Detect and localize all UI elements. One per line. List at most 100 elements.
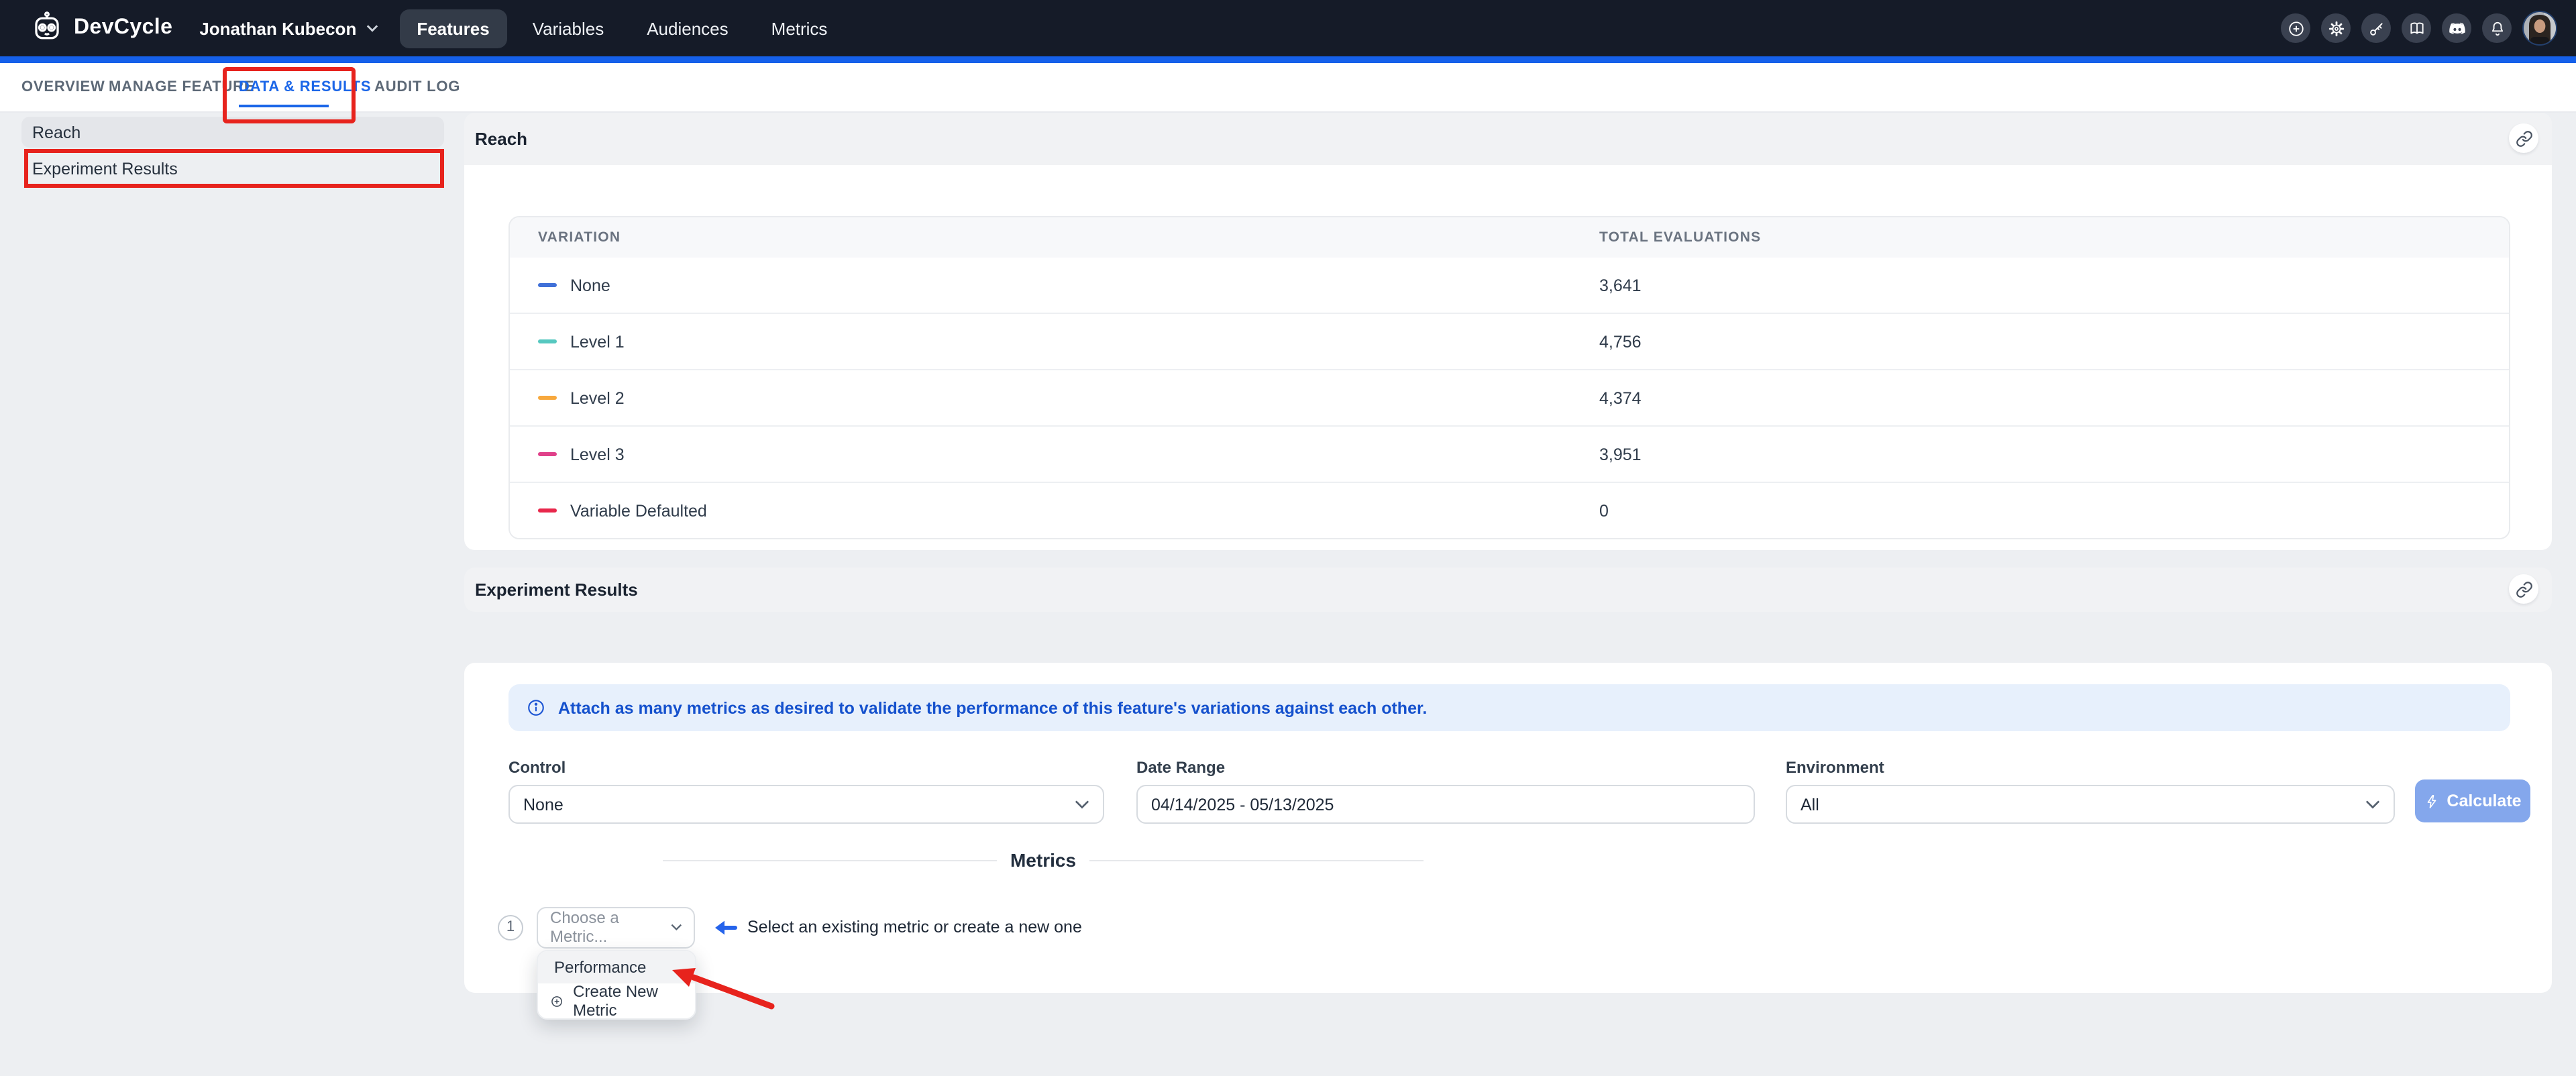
evaluations-value: 3,641: [1571, 276, 2509, 294]
nav-item-metrics[interactable]: Metrics: [754, 9, 845, 48]
reach-section-body: VARIATION TOTAL EVALUATIONS None 3,641 L…: [464, 165, 2552, 550]
date-range-value: 04/14/2025 - 05/13/2025: [1151, 795, 1334, 814]
experiment-results-card: Attach as many metrics as desired to val…: [464, 663, 2552, 993]
tab-manage-feature[interactable]: MANAGE FEATURE: [109, 63, 254, 111]
column-header-variation: VARIATION: [510, 229, 1571, 246]
page-content: Reach Experiment Results Reach VARIATION…: [0, 113, 2576, 1076]
discord-icon: [2448, 19, 2465, 37]
reach-title: Reach: [475, 129, 527, 149]
user-avatar[interactable]: [2522, 11, 2557, 46]
brand-name: DevCycle: [74, 16, 172, 40]
metric-helper-text: Select an existing metric or create a ne…: [747, 918, 1082, 936]
environment-select-value: All: [1801, 795, 1819, 814]
variation-label: Level 1: [570, 332, 625, 351]
menu-item-performance[interactable]: Performance: [538, 951, 695, 983]
table-row[interactable]: Level 1 4,756: [510, 313, 2509, 369]
avatar-photo: [2524, 12, 2556, 44]
metrics-divider: Metrics: [663, 847, 1424, 873]
sidebar-item-reach[interactable]: Reach: [21, 117, 444, 148]
sidebar-item-experiment-results[interactable]: Experiment Results: [21, 152, 444, 186]
nav-item-variables[interactable]: Variables: [515, 9, 621, 48]
table-row[interactable]: Level 2 4,374: [510, 369, 2509, 425]
link-icon: [2515, 129, 2532, 147]
evaluations-value: 0: [1571, 501, 2509, 520]
variation-color-dash: [538, 452, 557, 457]
lightning-bolt-icon: [2424, 792, 2438, 810]
date-range-label: Date Range: [1136, 758, 1225, 777]
primary-nav: Features Variables Audiences Metrics: [399, 9, 845, 48]
notifications-button[interactable]: [2482, 13, 2512, 43]
tab-overview[interactable]: OVERVIEW: [21, 63, 105, 111]
tab-audit-log[interactable]: AUDIT LOG: [374, 63, 460, 111]
variation-label: Level 2: [570, 388, 625, 407]
table-header-row: VARIATION TOTAL EVALUATIONS: [510, 217, 2509, 258]
choose-metric-placeholder: Choose a Metric...: [550, 908, 670, 946]
evaluations-value: 4,374: [1571, 388, 2509, 407]
menu-item-create-new-metric[interactable]: Create New Metric: [538, 983, 695, 1018]
key-icon: [2367, 19, 2385, 37]
copy-link-button[interactable]: [2509, 123, 2538, 153]
active-tab-indicator: [239, 104, 329, 107]
info-banner: Attach as many metrics as desired to val…: [508, 684, 2510, 731]
control-label: Control: [508, 758, 566, 777]
calculate-label: Calculate: [2447, 792, 2521, 810]
environment-select[interactable]: All: [1786, 785, 2395, 824]
chevron-down-icon: [2365, 800, 2380, 809]
table-row[interactable]: None 3,641: [510, 258, 2509, 313]
control-select[interactable]: None: [508, 785, 1104, 824]
metrics-heading: Metrics: [1010, 849, 1076, 871]
devcycle-logo[interactable]: DevCycle: [30, 11, 172, 46]
devcycle-robot-icon: [30, 11, 64, 46]
variations-table: VARIATION TOTAL EVALUATIONS None 3,641 L…: [508, 216, 2510, 539]
menu-item-label: Performance: [554, 958, 646, 977]
bell-icon: [2488, 19, 2506, 37]
nav-item-audiences[interactable]: Audiences: [629, 9, 745, 48]
variation-color-dash: [538, 508, 557, 513]
variation-color-dash: [538, 339, 557, 344]
gear-icon: [2327, 19, 2345, 37]
choose-metric-dropdown[interactable]: Choose a Metric...: [537, 906, 695, 948]
discord-button[interactable]: [2442, 13, 2471, 43]
variation-label: None: [570, 276, 610, 294]
variation-label: Level 3: [570, 445, 625, 464]
variation-color-dash: [538, 283, 557, 288]
copy-link-button[interactable]: [2509, 574, 2538, 604]
left-arrow-icon: [714, 918, 738, 936]
sidebar-item-label: Reach: [32, 123, 80, 142]
variation-color-dash: [538, 396, 557, 400]
date-range-input[interactable]: 04/14/2025 - 05/13/2025: [1136, 785, 1755, 824]
calculate-button[interactable]: Calculate: [2415, 779, 2530, 822]
info-icon: [526, 698, 546, 718]
metric-dropdown-menu: Performance Create New Metric: [537, 950, 696, 1020]
user-menu-label: Jonathan Kubecon: [199, 18, 356, 38]
settings-button[interactable]: [2321, 13, 2351, 43]
org-user-menu[interactable]: Jonathan Kubecon: [199, 18, 378, 38]
top-actions: [2281, 11, 2557, 46]
chevron-down-icon: [366, 24, 378, 32]
api-keys-button[interactable]: [2361, 13, 2391, 43]
sidebar-item-label: Experiment Results: [32, 160, 178, 178]
evaluations-value: 4,756: [1571, 332, 2509, 351]
control-select-value: None: [523, 795, 564, 814]
environment-label: Environment: [1786, 758, 1884, 777]
progress-bar: [0, 56, 2576, 63]
evaluations-value: 3,951: [1571, 445, 2509, 464]
experiment-results-title: Experiment Results: [475, 580, 638, 600]
plus-circle-icon: [2287, 19, 2304, 37]
chevron-down-icon: [670, 923, 682, 931]
chevron-down-icon: [1075, 800, 1089, 809]
docs-button[interactable]: [2402, 13, 2431, 43]
menu-item-label: Create New Metric: [573, 982, 695, 1020]
info-banner-text: Attach as many metrics as desired to val…: [558, 698, 1427, 717]
column-header-total-evaluations: TOTAL EVALUATIONS: [1571, 229, 2509, 246]
table-row[interactable]: Variable Defaulted 0: [510, 482, 2509, 538]
link-icon: [2515, 580, 2532, 598]
top-nav: DevCycle Jonathan Kubecon Features Varia…: [0, 0, 2576, 56]
nav-item-features[interactable]: Features: [399, 9, 506, 48]
table-row[interactable]: Level 3 3,951: [510, 425, 2509, 482]
book-icon: [2408, 19, 2425, 37]
add-button[interactable]: [2281, 13, 2310, 43]
plus-circle-icon: [550, 993, 564, 1008]
metric-row: 1 Choose a Metric... Select an existing …: [498, 906, 1082, 949]
variation-label: Variable Defaulted: [570, 501, 707, 520]
